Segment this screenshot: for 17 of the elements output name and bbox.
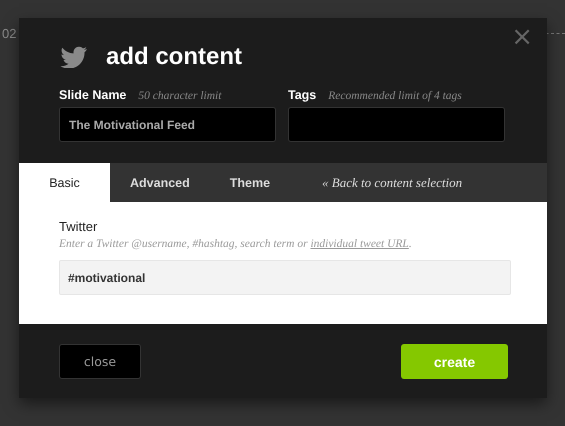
input-field[interactable]: The Motivational Feed [59,107,276,142]
dialog-title: add content [106,43,242,71]
background-text: 02 [2,26,16,41]
tab[interactable]: Basic [19,163,110,202]
field-hint: Recommended limit of 4 tags [328,90,462,102]
field-hint: Enter a Twitter @username, #hashtag, search term or individual tweet URL. [59,238,413,250]
bird-icon [60,46,88,68]
input-field[interactable] [288,107,505,142]
field-hint: 50 character limit [138,90,222,102]
field-label: Twitter [59,219,98,234]
field-label: Tags [288,88,316,102]
close-button[interactable]: close [59,344,141,379]
field-label: Slide Name [59,88,126,102]
tab[interactable]: Theme [210,163,290,202]
back-link[interactable]: « Back to content selection [302,163,482,202]
input-field[interactable]: #motivational [59,260,511,295]
tab[interactable]: Advanced [110,163,210,202]
